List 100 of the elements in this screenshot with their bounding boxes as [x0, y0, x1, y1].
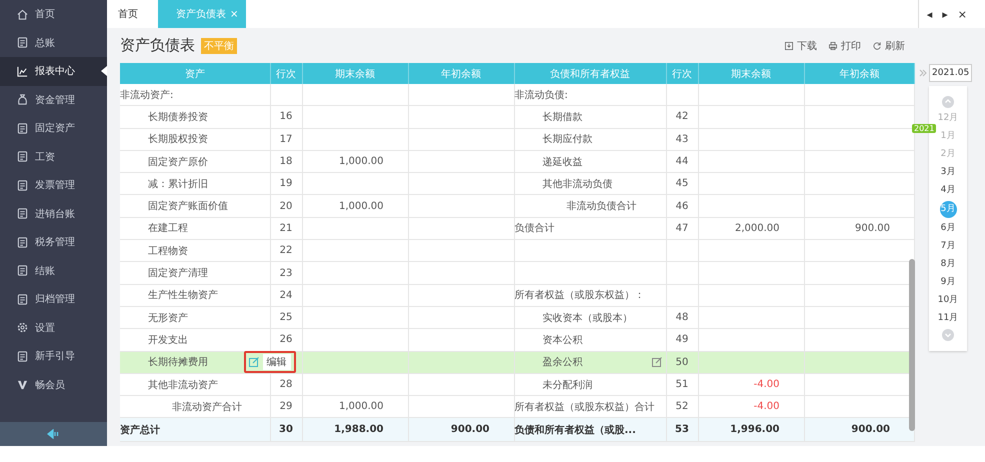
toolbar-action[interactable]: 下载 — [785, 38, 817, 52]
scrollbar-thumb[interactable] — [909, 259, 915, 431]
table-cell-text: 所有者权益（或股东权益）： — [514, 288, 644, 302]
table-cell: 30 — [279, 424, 293, 436]
table-cell-text: 未分配利润 — [542, 378, 592, 392]
column-header: 年初余额 — [408, 63, 514, 84]
month-item[interactable]: 8月 — [940, 257, 956, 272]
table-cell-text: 工程物资 — [147, 244, 188, 258]
table-cell-text: 长期股权投资 — [147, 132, 208, 146]
table-cell-text: 固定资产原价 — [147, 156, 208, 169]
v-shape-icon — [17, 379, 28, 390]
double-chevron-icon[interactable] — [919, 69, 927, 77]
table-cell: 24 — [280, 290, 292, 301]
sidebar-item[interactable]: 归档管理 — [0, 285, 107, 314]
sidebar-item[interactable]: 首页 — [0, 0, 107, 28]
sidebar-item[interactable]: 资金管理 — [0, 86, 107, 114]
table-cell-text: 长期债券投资 — [147, 110, 208, 124]
table-cell: 1,000.00 — [338, 200, 384, 212]
table-cell-text: 资本公积 — [542, 334, 582, 347]
settings-icon — [17, 322, 28, 334]
table-cell-text: 递延收益 — [542, 156, 582, 169]
sidebar-item[interactable]: 总账 — [0, 28, 107, 57]
table-cell: 21 — [280, 222, 292, 234]
table-cell: -4.00 — [754, 379, 780, 390]
table-cell-text: 长期待摊费用 — [147, 356, 208, 370]
month-item[interactable]: 3月 — [940, 165, 956, 180]
month-item[interactable]: 9月 — [940, 275, 956, 290]
table-cell: 29 — [280, 401, 292, 412]
table-cell-text: 在建工程 — [147, 222, 188, 236]
table-cell-text: 非流动资产: — [120, 88, 174, 102]
table-cell: 1,000.00 — [338, 401, 384, 412]
window-control[interactable]: × — [958, 8, 967, 20]
table-cell: 26 — [280, 334, 292, 346]
table-cell-text: 所有者权益（或股东权益）合计 — [514, 400, 654, 414]
pointer-icon — [101, 66, 107, 76]
table-cell-text: 非流动资产合计 — [171, 400, 242, 414]
table-cell-text: 其他非流动负债 — [542, 178, 612, 191]
window-control[interactable]: ▸ — [942, 8, 948, 20]
table-cell: 1,996.00 — [730, 424, 780, 436]
table-cell-text: 生产性生物资产 — [147, 288, 218, 302]
table-cell: 48 — [676, 312, 688, 324]
month-item[interactable]: 4月 — [940, 183, 956, 198]
table-cell: 47 — [676, 222, 688, 234]
month-item[interactable]: 11月 — [938, 311, 958, 326]
tab[interactable]: 首页 — [111, 0, 145, 28]
table-cell-text: 长期借款 — [542, 110, 582, 124]
column-header: 行次 — [270, 63, 302, 84]
period-field[interactable]: 2021.05 — [929, 64, 972, 82]
column-header: 期末余额 — [698, 63, 804, 84]
edit-icon[interactable] — [248, 357, 258, 368]
tooltip: 编辑 — [262, 354, 290, 370]
table-cell: 22 — [280, 245, 292, 256]
sidebar-item[interactable]: 税务管理 — [0, 228, 107, 256]
sidebar-item[interactable]: 畅会员 — [0, 370, 107, 399]
sidebar-item[interactable]: 设置 — [0, 314, 107, 342]
table-cell-text: 非流动负债: — [514, 88, 568, 102]
sidebar-item[interactable]: 进销台账 — [0, 200, 107, 228]
table-cell: 900.00 — [450, 424, 490, 436]
document-icon — [17, 122, 28, 134]
table-cell: 900.00 — [851, 424, 890, 436]
table-cell-text: 长期应付款 — [542, 132, 592, 146]
collapse-button[interactable] — [0, 422, 107, 446]
table-cell: 25 — [280, 312, 292, 324]
table-cell-text: 固定资产清理 — [147, 266, 208, 280]
table-cell: 2,000.00 — [734, 222, 780, 234]
column-header: 期末余额 — [302, 63, 408, 84]
table-cell: 53 — [675, 424, 689, 436]
edit-icon[interactable] — [652, 357, 662, 368]
month-item[interactable]: 7月 — [940, 239, 956, 254]
speaker-icon — [46, 429, 60, 439]
table-cell: 46 — [676, 200, 688, 212]
window-control[interactable]: ◂ — [926, 8, 932, 20]
chart-icon — [17, 66, 28, 77]
table-cell: 1,000.00 — [338, 156, 384, 168]
printer-icon — [829, 42, 837, 50]
month-item[interactable]: 10月 — [938, 293, 958, 308]
table-cell: 49 — [676, 334, 688, 346]
year-badge: 2021 — [912, 124, 936, 133]
table-cell: 42 — [676, 111, 688, 122]
table-cell: 1,988.00 — [334, 424, 384, 436]
table-cell: 23 — [280, 268, 292, 279]
table-cell-text: 非流动负债合计 — [566, 200, 636, 214]
toolbar-action[interactable]: 打印 — [829, 38, 861, 52]
table-cell: -4.00 — [754, 401, 780, 412]
table-cell: 45 — [676, 178, 688, 190]
month-item[interactable]: 6月 — [940, 221, 956, 236]
sidebar-item[interactable]: 结账 — [0, 256, 107, 285]
sidebar-item[interactable]: 发票管理 — [0, 171, 107, 200]
toolbar-action[interactable]: 刷新 — [873, 38, 905, 52]
document-icon — [17, 208, 28, 220]
table-cell: 44 — [676, 156, 688, 168]
column-header: 资产 — [120, 63, 270, 84]
sidebar-item[interactable]: 固定资产 — [0, 114, 107, 142]
table-cell-text: 盈余公积 — [542, 356, 582, 370]
table-cell: 43 — [676, 134, 688, 145]
sidebar-item[interactable]: 报表中心 — [0, 57, 107, 86]
document-icon — [17, 350, 28, 362]
column-header: 负债和所有者权益 — [514, 63, 666, 84]
sidebar-item[interactable]: 工资 — [0, 142, 107, 171]
sidebar-item[interactable]: 新手引导 — [0, 342, 107, 370]
